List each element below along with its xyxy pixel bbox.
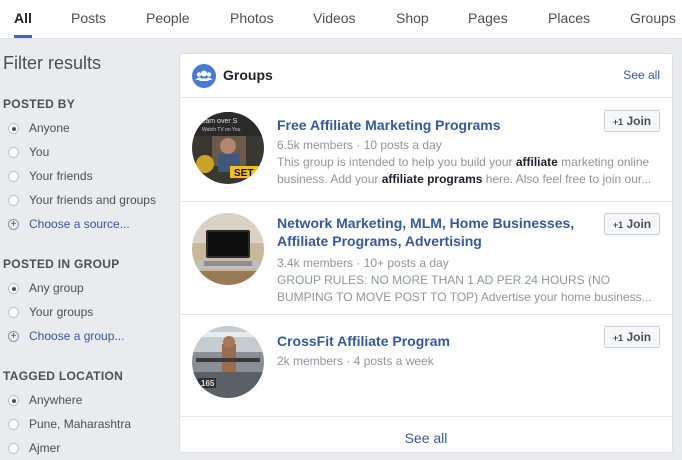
join-group-button[interactable]: +1 Join [604, 213, 660, 235]
radio-icon [8, 419, 19, 430]
posted-in-group-heading: POSTED IN GROUP [3, 257, 120, 271]
group-result-item: Team over S Watch TV on You SET Free Aff… [180, 98, 672, 202]
tab-all[interactable]: All [14, 0, 32, 38]
plus-circle-icon: + [8, 219, 19, 230]
radio-icon [8, 195, 19, 206]
tab-people[interactable]: People [146, 0, 190, 38]
group-title-link[interactable]: Network Marketing, MLM, Home Businesses,… [277, 214, 597, 250]
see-all-link-bottom[interactable]: See all [180, 430, 672, 446]
join-plus-icon: +1 [612, 333, 624, 343]
filter-option-label: Any group [29, 281, 84, 295]
filter-sidebar: Filter results POSTED BY Anyone You Your… [0, 39, 170, 455]
radio-selected-icon [8, 395, 19, 406]
join-plus-icon: +1 [612, 117, 624, 127]
filter-title: Filter results [3, 53, 102, 73]
posted-by-heading: POSTED BY [3, 97, 76, 111]
desc-text: business. Add your [277, 172, 382, 186]
join-group-button[interactable]: +1 Join [604, 326, 660, 348]
tab-places[interactable]: Places [548, 0, 590, 38]
thumb-text-mid: Watch TV on You [202, 127, 241, 133]
group-thumbnail[interactable] [192, 213, 264, 285]
radio-icon [8, 147, 19, 158]
groups-icon [192, 64, 216, 88]
group-meta: 3.4k members · 10+ posts a day [277, 256, 449, 270]
search-tabs: All Posts People Photos Videos Shop Page… [0, 0, 682, 39]
filter-option-label: You [29, 145, 50, 159]
filter-option-label: Pune, Maharashtra [29, 417, 132, 431]
filter-option-label: Your friends and groups [29, 193, 156, 207]
radio-icon [8, 171, 19, 182]
radio-icon [8, 307, 19, 318]
thumb-text-top: Team over S [198, 118, 238, 125]
group-description-line: This group is intended to help you build… [277, 154, 661, 171]
thumb-badge-text: SET [234, 168, 253, 179]
tab-photos[interactable]: Photos [230, 0, 274, 38]
panel-header: Groups See all [180, 54, 672, 98]
plus-circle-icon: + [8, 331, 19, 342]
join-label: Join [626, 114, 652, 128]
filter-option-label: Your friends [29, 169, 93, 183]
tagged-location-heading: TAGGED LOCATION [3, 369, 124, 383]
group-thumbnail[interactable]: Team over S Watch TV on You SET [192, 112, 264, 184]
group-thumbnail[interactable]: 165 [192, 326, 264, 398]
filter-option-label: Ajmer [29, 441, 61, 455]
tab-groups[interactable]: Groups [630, 0, 676, 38]
desc-text: This group is intended to help you build… [277, 155, 516, 169]
tab-shop[interactable]: Shop [396, 0, 429, 38]
group-description-line: business. Add your affiliate programs he… [277, 171, 661, 188]
group-title-line: Network Marketing, MLM, Home Businesses, [277, 215, 575, 231]
group-description-line: GROUP RULES: NO MORE THAN 1 AD PER 24 HO… [277, 273, 610, 287]
choose-source-label: Choose a source... [29, 217, 130, 231]
desc-text: marketing online [557, 155, 650, 169]
group-meta: 2k members · 4 posts a week [277, 354, 434, 368]
desc-text: here. Also feel free to join our... [482, 172, 652, 186]
group-title-link[interactable]: Free Affiliate Marketing Programs [277, 116, 597, 134]
join-label: Join [626, 330, 652, 344]
panel-title: Groups [223, 67, 273, 83]
tab-pages[interactable]: Pages [468, 0, 508, 38]
groups-results-panel: Groups See all Team over S Watch TV on Y… [179, 53, 673, 453]
join-plus-icon: +1 [612, 220, 624, 230]
thumb-text: 165 [201, 379, 215, 388]
group-title-link[interactable]: CrossFit Affiliate Program [277, 332, 597, 350]
desc-highlight: affiliate programs [381, 172, 483, 186]
join-label: Join [626, 217, 652, 231]
group-result-item: Network Marketing, MLM, Home Businesses,… [180, 202, 672, 315]
group-title-line: Affiliate Programs, Advertising [277, 233, 482, 249]
group-description-line: BUMPING TO MOVE POST TO TOP) Advertise y… [277, 290, 652, 304]
see-all-link-top[interactable]: See all [623, 68, 660, 82]
radio-selected-icon [8, 283, 19, 294]
desc-highlight: affiliate [515, 155, 558, 169]
tab-posts[interactable]: Posts [71, 0, 106, 38]
tab-videos[interactable]: Videos [313, 0, 356, 38]
filter-option-label: Anywhere [29, 393, 83, 407]
filter-option-label: Anyone [29, 121, 70, 135]
choose-group-label: Choose a group... [29, 329, 125, 343]
radio-selected-icon [8, 123, 19, 134]
group-meta: 6.5k members · 10 posts a day [277, 138, 442, 152]
group-result-item: 165 CrossFit Affiliate Program 2k member… [180, 315, 672, 417]
filter-option-label: Your groups [29, 305, 94, 319]
radio-icon [8, 443, 19, 454]
join-group-button[interactable]: +1 Join [604, 110, 660, 132]
